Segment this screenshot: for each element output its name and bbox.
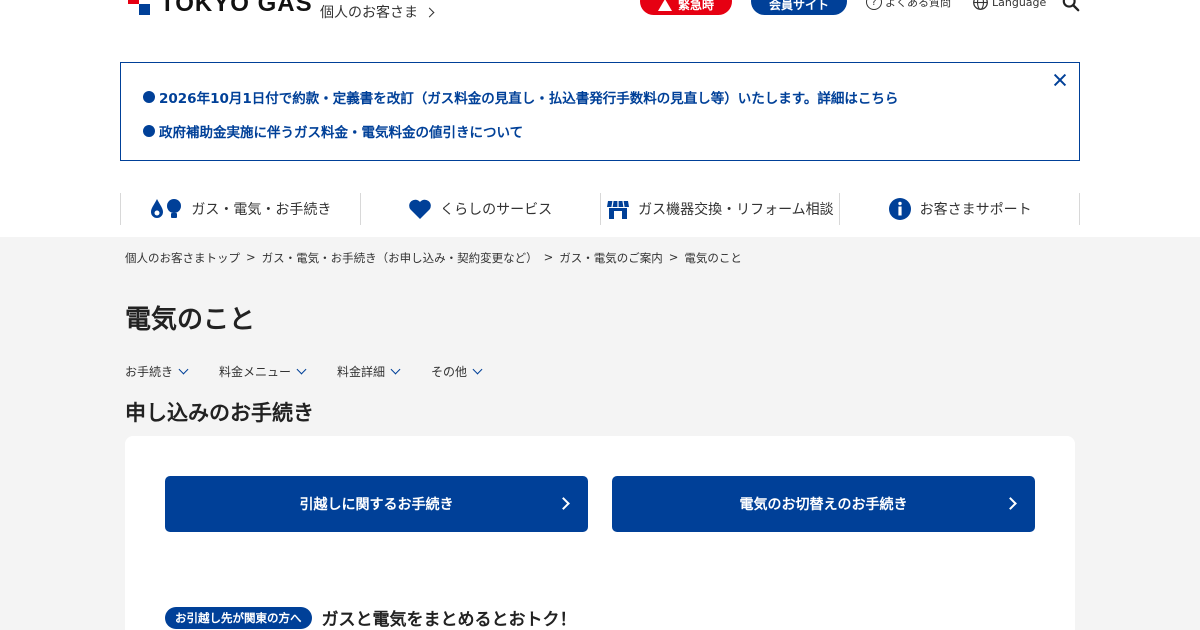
gnav-item-living-services[interactable]: くらしのサービス [359,193,600,225]
tokyo-gas-logo[interactable]: TOKYO GAS [128,0,313,18]
gnav-item-gas-electric[interactable]: ガス・電気・お手続き [120,193,360,225]
close-icon[interactable] [1051,71,1069,89]
notice-box: 2026年10月1日付で約款・定義書を改訂（ガス料金の見直し・払込書発行手数料の… [120,62,1080,161]
member-site-button[interactable]: 会員サイト [751,0,847,15]
notice-text: 政府補助金実施に伴うガス料金・電気料金の値引きについて [159,125,524,141]
anchor-nav-label: 料金メニュー [219,365,292,379]
gas-electric-icon [151,199,182,218]
personal-customers-label: 個人のお客さま [320,5,418,21]
warning-icon [657,0,672,11]
chevron-down-icon [472,364,483,375]
gnav-label: ガス機器交換・リフォーム相談 [638,202,834,218]
gnav-item-equipment-reform[interactable]: ガス機器交換・リフォーム相談 [599,193,840,225]
promo-text: ガスと電気をまとめるとおトク！ [321,610,577,630]
breadcrumb-separator: > [246,250,256,264]
anchor-nav-rate-details[interactable]: 料金詳細 [337,363,401,380]
breadcrumb-item[interactable]: 個人のお客さまトップ [125,250,240,266]
chevron-down-icon [296,364,307,375]
notice-text: 2026年10月1日付で約款・定義書を改訂（ガス料金の見直し・払込書発行手数料の… [159,91,899,107]
breadcrumb: 個人のお客さまトップ > ガス・電気・お手続き（お申し込み・契約変更など） > … [125,250,742,266]
search-icon[interactable] [1062,0,1080,12]
shop-icon [607,200,630,219]
chevron-right-icon [424,7,435,17]
logo-mark-icon [128,0,150,15]
anchor-nav-label: 料金詳細 [337,365,386,379]
emergency-label: 緊急時 [677,0,714,12]
promo-badge: お引越し先が関東の方へ [165,606,312,629]
language-link[interactable]: Language [972,0,1046,11]
breadcrumb-separator: > [543,250,554,264]
anchor-nav-rate-menu[interactable]: 料金メニュー [219,363,307,380]
page-title: 電気のこと [125,305,256,335]
chevron-right-icon [1004,497,1017,510]
main-content: 個人のお客さまトップ > ガス・電気・お手続き（お申し込み・契約変更など） > … [0,237,1200,630]
globe-icon [973,0,988,10]
button-label: 引越しに関するお手続き [299,497,454,513]
gnav-label: お客さまサポート [919,202,1032,218]
language-label: Language [992,0,1047,9]
gnav-item-customer-support[interactable]: お客さまサポート [839,193,1080,225]
moving-procedures-button[interactable]: 引越しに関するお手続き [165,476,588,532]
logo-text: TOKYO GAS [160,0,313,17]
promo-heading: お引越し先が関東の方へ ガスと電気をまとめるとおトク！ [165,605,577,630]
anchor-nav-others[interactable]: その他 [431,363,483,380]
site-header: TOKYO GAS 個人のお客さま 緊急時 会員サイト ? よくある質問 Lan… [0,0,1200,40]
anchor-nav-procedures[interactable]: お手続き [125,363,189,380]
anchor-nav: お手続き 料金メニュー 料金詳細 その他 [125,363,483,380]
breadcrumb-item[interactable]: ガス・電気のご案内 [559,250,663,266]
button-label: 電気のお切替えのお手続き [739,497,908,513]
gnav-label: くらしのサービス [440,202,553,218]
bullet-icon [143,91,155,103]
chevron-right-icon [557,497,570,510]
faq-label: よくある質問 [885,0,951,9]
breadcrumb-separator: > [668,250,679,264]
chevron-down-icon [178,364,189,375]
anchor-nav-label: お手続き [125,365,174,379]
section-title: 申し込みのお手続き [125,401,314,425]
info-icon [888,198,911,220]
global-nav: ガス・電気・お手続き くらしのサービス ガス機器交換・リフォーム相談 お客さまサ… [120,193,1080,225]
notice-link-subsidy[interactable]: 政府補助金実施に伴うガス料金・電気料金の値引きについて [143,121,523,141]
chevron-down-icon [390,364,401,375]
faq-link[interactable]: ? よくある質問 [866,0,951,10]
heart-icon [409,199,431,219]
emergency-button[interactable]: 緊急時 [640,0,732,15]
switch-procedures-button[interactable]: 電気のお切替えのお手続き [612,476,1035,532]
question-icon: ? [866,0,882,10]
bullet-icon [143,125,155,137]
anchor-nav-label: その他 [431,365,468,379]
personal-customers-link[interactable]: 個人のお客さま [320,2,435,22]
gnav-label: ガス・電気・お手続き [191,202,332,218]
breadcrumb-item[interactable]: ガス・電気・お手続き（お申し込み・契約変更など） [262,250,538,266]
procedures-card: 引越しに関するお手続き 電気のお切替えのお手続き お引越し先が関東の方へ ガスと… [125,436,1075,630]
breadcrumb-current: 電気のこと [684,251,742,265]
member-site-label: 会員サイト [768,0,829,12]
notice-link-terms[interactable]: 2026年10月1日付で約款・定義書を改訂（ガス料金の見直し・払込書発行手数料の… [143,87,898,107]
